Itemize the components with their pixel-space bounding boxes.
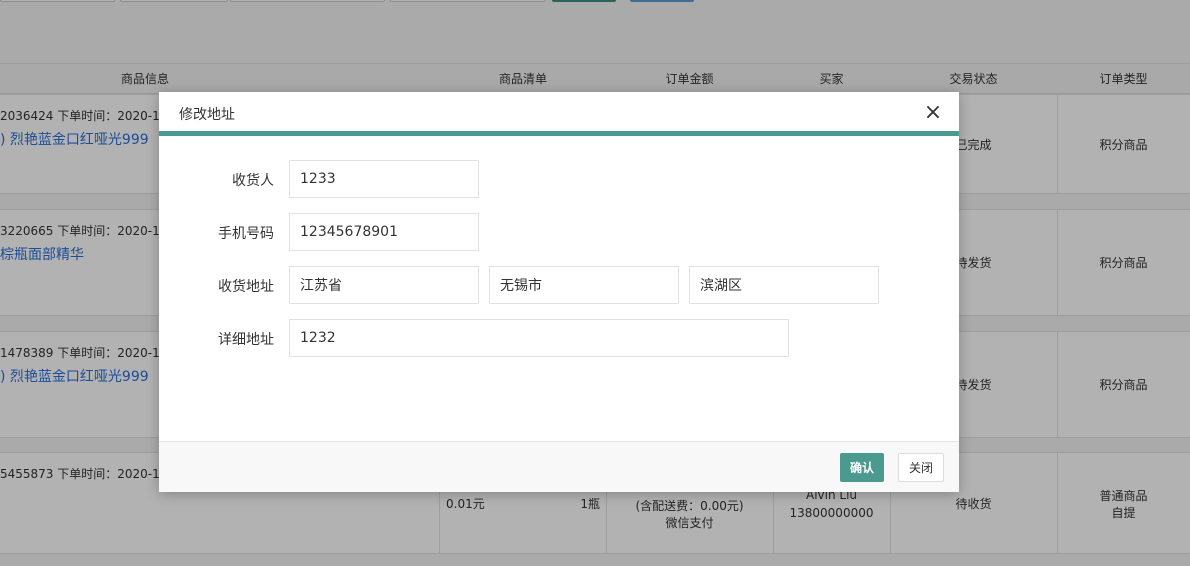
detail-address-label: 详细地址 bbox=[218, 332, 274, 348]
province-input[interactable] bbox=[289, 266, 479, 304]
dialog-header: 修改地址 × bbox=[159, 92, 959, 136]
dialog-title: 修改地址 bbox=[179, 107, 235, 123]
receiver-input[interactable] bbox=[289, 160, 479, 198]
phone-label: 手机号码 bbox=[218, 226, 274, 242]
district-input[interactable] bbox=[689, 266, 879, 304]
detail-address-input[interactable] bbox=[289, 319, 789, 357]
address-label: 收货地址 bbox=[218, 279, 274, 295]
city-input[interactable] bbox=[489, 266, 679, 304]
edit-address-dialog: 修改地址 × 收货人 手机号码 收货地址 详细地址 确认 关闭 bbox=[159, 92, 959, 492]
confirm-button[interactable]: 确认 bbox=[840, 453, 884, 482]
receiver-label: 收货人 bbox=[232, 173, 274, 189]
close-icon[interactable]: × bbox=[921, 102, 945, 126]
dialog-footer: 确认 关闭 bbox=[159, 441, 959, 492]
close-button[interactable]: 关闭 bbox=[898, 453, 944, 482]
phone-input[interactable] bbox=[289, 213, 479, 251]
